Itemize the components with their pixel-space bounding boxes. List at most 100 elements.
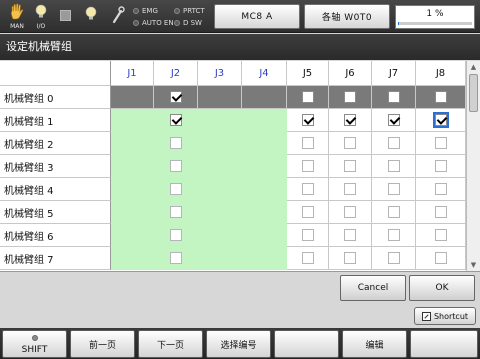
- joint-checkbox-j6[interactable]: [344, 206, 356, 218]
- joint-checkbox-j6[interactable]: [344, 91, 356, 103]
- joint-checkbox-j6[interactable]: [344, 160, 356, 172]
- shortcut-button[interactable]: Shortcut: [414, 307, 476, 325]
- ok-button[interactable]: OK: [409, 275, 475, 301]
- joint-checkbox-j5[interactable]: [301, 183, 314, 195]
- cancel-button[interactable]: Cancel: [340, 275, 406, 301]
- blank-key-7[interactable]: [410, 330, 478, 358]
- io-status[interactable]: I/O: [32, 3, 50, 31]
- grid-cell: [416, 109, 466, 132]
- joint-checkbox-j7[interactable]: [387, 206, 400, 218]
- column-header-j8: J8: [416, 61, 466, 86]
- io-caption: I/O: [36, 23, 46, 30]
- joint-checkbox-j6[interactable]: [344, 183, 356, 195]
- joint-checkbox-j7[interactable]: [387, 183, 400, 195]
- table-row[interactable]: 机械臂组 5: [0, 201, 466, 224]
- joint-checkbox-j8[interactable]: [434, 206, 447, 218]
- joint-checkbox-j6[interactable]: [344, 252, 356, 264]
- joint-checkbox-j5[interactable]: [301, 229, 314, 241]
- joint-checkbox-j8[interactable]: [434, 91, 447, 103]
- joint-checkbox-j5[interactable]: [301, 114, 314, 126]
- joint-checkbox-j2[interactable]: [169, 160, 182, 172]
- grid-cell: [287, 109, 329, 132]
- grid-cell: [242, 178, 287, 201]
- prev-page-key[interactable]: 前一页: [70, 330, 135, 358]
- table-row[interactable]: 机械臂组 4: [0, 178, 466, 201]
- table-row[interactable]: 机械臂组 7: [0, 247, 466, 270]
- grid-cell: [111, 201, 154, 224]
- grid-cell: [287, 132, 329, 155]
- joint-checkbox-j6[interactable]: [344, 229, 356, 241]
- joint-checkbox-j5[interactable]: [301, 252, 314, 264]
- row-label: 机械臂组 0: [0, 86, 111, 109]
- program-button[interactable]: MC8 A: [214, 4, 300, 29]
- joint-checkbox-j8[interactable]: [434, 137, 447, 149]
- grid-cell: [416, 178, 466, 201]
- table-row[interactable]: 机械臂组 1: [0, 109, 466, 132]
- joint-checkbox-j6[interactable]: [344, 114, 356, 126]
- grid-cell: [198, 247, 242, 270]
- joint-checkbox-j8[interactable]: [434, 252, 447, 264]
- joint-checkbox-j5[interactable]: [301, 206, 314, 218]
- grid-cell: [242, 247, 287, 270]
- joint-checkbox-j8[interactable]: [434, 183, 447, 195]
- stop-square-icon: [58, 3, 72, 31]
- joint-checkbox-j2[interactable]: [169, 91, 182, 103]
- scroll-down-icon[interactable]: ▼: [469, 261, 478, 270]
- joint-checkbox-j2[interactable]: [169, 229, 182, 241]
- joint-checkbox-j7[interactable]: [387, 229, 400, 241]
- lamp-auto-en-icon: [133, 20, 139, 26]
- grid-cell: [198, 224, 242, 247]
- blank-key-5[interactable]: [274, 330, 339, 358]
- joint-checkbox-j7[interactable]: [387, 252, 400, 264]
- grid-cell: [154, 178, 198, 201]
- select-number-key[interactable]: 选择编号: [206, 330, 271, 358]
- grid-cell: [329, 201, 372, 224]
- joint-checkbox-j2[interactable]: [169, 114, 182, 126]
- grid-cell: [287, 224, 329, 247]
- lamp-emg-icon: [133, 8, 139, 14]
- table-row[interactable]: 机械臂组 2: [0, 132, 466, 155]
- joint-checkbox-j7[interactable]: [387, 91, 400, 103]
- joint-checkbox-j5[interactable]: [301, 137, 314, 149]
- edit-key[interactable]: 编辑: [342, 330, 407, 358]
- table-row[interactable]: 机械臂组 3: [0, 155, 466, 178]
- grid-cell: [111, 178, 154, 201]
- grid-cell: [198, 109, 242, 132]
- scroll-up-icon[interactable]: ▲: [469, 63, 478, 72]
- grid-cell: [198, 132, 242, 155]
- table-row[interactable]: 机械臂组 6: [0, 224, 466, 247]
- axis-button[interactable]: 各轴 W0T0: [304, 4, 390, 29]
- joint-checkbox-j8[interactable]: [434, 160, 447, 172]
- joint-checkbox-j2[interactable]: [169, 206, 182, 218]
- joint-checkbox-j7[interactable]: [387, 137, 400, 149]
- grid-cell: [198, 155, 242, 178]
- next-page-key[interactable]: 下一页: [138, 330, 203, 358]
- shift-key[interactable]: SHIFT: [2, 330, 67, 358]
- joint-checkbox-j8[interactable]: [432, 112, 449, 128]
- table-row[interactable]: 机械臂组 0: [0, 86, 466, 109]
- grid-cell: [198, 86, 242, 109]
- vertical-scrollbar[interactable]: ▲ ▼: [466, 61, 480, 271]
- joint-checkbox-j6[interactable]: [344, 137, 356, 149]
- lamp-emg: EMG: [133, 7, 158, 15]
- joint-checkbox-j5[interactable]: [301, 160, 314, 172]
- manual-mode-icon[interactable]: MAN: [6, 3, 28, 31]
- joint-checkbox-j2[interactable]: [169, 137, 182, 149]
- row-label: 机械臂组 7: [0, 247, 111, 270]
- joint-checkbox-j5[interactable]: [301, 91, 314, 103]
- joint-checkbox-j2[interactable]: [169, 183, 182, 195]
- grid-cell: [372, 247, 416, 270]
- column-header-j3: J3: [198, 61, 242, 86]
- joint-checkbox-j7[interactable]: [387, 114, 400, 126]
- grid-cell: [329, 109, 372, 132]
- grid-cell: [372, 109, 416, 132]
- joint-checkbox-j2[interactable]: [169, 252, 182, 264]
- row-label: 机械臂组 3: [0, 155, 111, 178]
- grid-cell: [416, 247, 466, 270]
- grid-cell: [329, 132, 372, 155]
- scroll-thumb[interactable]: [469, 74, 478, 112]
- page-title: 设定机械臂组: [0, 34, 480, 60]
- joint-checkbox-j7[interactable]: [387, 160, 400, 172]
- progress-track: [398, 22, 472, 25]
- joint-checkbox-j8[interactable]: [434, 229, 447, 241]
